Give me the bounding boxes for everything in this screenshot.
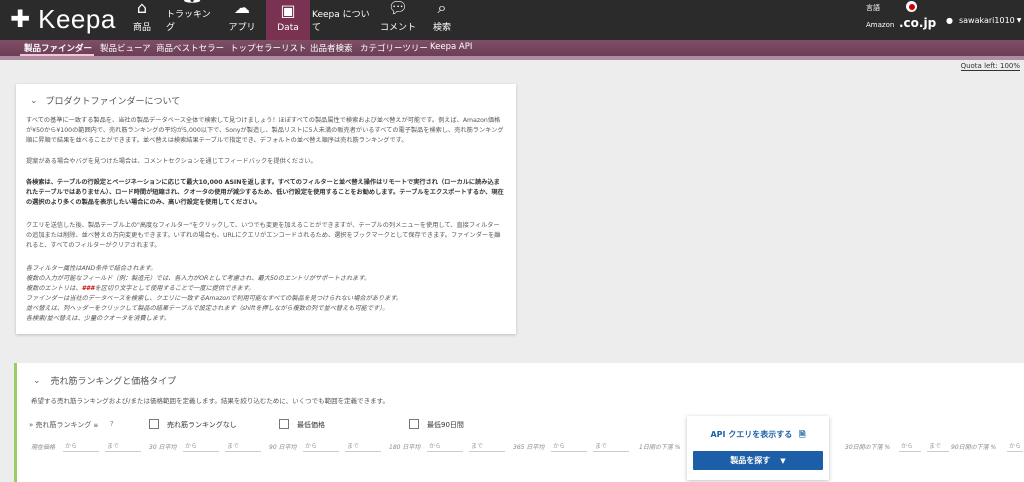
note-line: 各フィルター属性はAND条件で結合されます。: [26, 265, 157, 272]
show-api-query-link[interactable]: API クエリを表示する 🗎: [687, 429, 829, 443]
no-sales-rank-checkbox[interactable]: [149, 419, 159, 429]
range-from-drop-30d[interactable]: から: [899, 441, 921, 452]
range-to-90d[interactable]: まで: [345, 441, 381, 452]
api-query-popover: API クエリを表示する 🗎 製品を探す ▼: [687, 416, 829, 480]
range-to-180d[interactable]: まで: [469, 441, 505, 452]
language-label: 言語: [866, 4, 880, 12]
nav-label: Data: [277, 23, 299, 33]
keepa-plus-icon: ✚: [10, 5, 31, 33]
brand-name: Keepa: [38, 3, 116, 34]
nav-item-about[interactable]: i Keepa について: [312, 0, 374, 40]
nav-label: コメント: [380, 23, 417, 33]
note-line: 並べ替えは、列ヘッダーをクリックして製品の結果テーブルで設定されます（shift…: [26, 305, 389, 312]
locale-value: .co.jp: [899, 16, 937, 30]
lowest-price-label: 最低価格: [297, 421, 325, 429]
lowest-price-checkbox[interactable]: [279, 419, 289, 429]
quota-indicator: Quota left: 100%: [960, 62, 1020, 71]
bell-icon: 🔔︎: [182, 0, 202, 3]
range-label-365d: 365 日平均: [513, 444, 545, 451]
comment-icon: 💬︎: [387, 0, 409, 17]
subnav-item-bestsellers[interactable]: 商品ベストセラー: [156, 42, 224, 54]
range-label-30d: 30 日平均: [149, 444, 177, 451]
sub-navbar: 製品ファインダー 製品ビューア 商品ベストセラー トップセラーリスト 出品者検索…: [0, 40, 1024, 56]
note-line: 複数のエントリは、###を区切り文字として使用することで一度に提供できます。: [26, 285, 255, 292]
nav-item-comments[interactable]: 💬︎ コメント: [380, 0, 416, 40]
range-label-drop-1d: 1日間の下落 %: [639, 444, 681, 451]
chevron-down-icon: ⌄: [30, 95, 38, 106]
lowest-90-days-label: 最低90日間: [427, 421, 464, 429]
about-title: プロダクトファインダーについて: [45, 97, 181, 107]
rank-price-section: ⌄ 売れ筋ランキングと価格タイプ 希望する売れ筋ランキングおよび/または価格範囲…: [14, 363, 1024, 482]
about-paragraph-3: クエリを送信した後、製品テーブル上の"高度なフィルター"をクリックして、いつでも…: [26, 222, 501, 249]
range-label-180d: 180 日平均: [389, 444, 421, 451]
cube-icon: ▣: [280, 1, 296, 20]
user-icon: ●: [946, 15, 953, 25]
about-notes: 各フィルター属性はAND条件で結合されます。 複数の入力が可能なフィールド（例：…: [26, 264, 504, 324]
range-label-90d: 90 日平均: [269, 444, 297, 451]
range-label-drop-30d: 30日間の下落 %: [845, 444, 891, 451]
chevron-down-icon: ⌄: [33, 375, 41, 386]
range-from-current[interactable]: から: [63, 441, 99, 452]
range-label-current: 現在価格: [31, 444, 56, 451]
help-icon[interactable]: ?: [110, 420, 114, 428]
search-icon: ⌕: [437, 0, 447, 17]
range-from-180d[interactable]: から: [427, 441, 463, 452]
no-sales-rank-label: 売れ筋ランキングなし: [167, 421, 237, 429]
lowest-90-days-checkbox[interactable]: [409, 419, 419, 429]
top-navbar: ✚ Keepa ⌂ 商品 🔔︎ トラッキング ☁ アプリ ▣ Data i Ke…: [0, 0, 1024, 40]
locale-selector[interactable]: 言語 Amazon .co.jp: [866, 0, 946, 40]
nav-label: アプリ: [228, 23, 256, 33]
caret-down-icon: ▼: [1016, 16, 1022, 24]
range-to-drop-30d[interactable]: まで: [927, 441, 949, 452]
subnav-divider: [0, 56, 1024, 60]
about-card: ⌄ プロダクトファインダーについて すべての基準に一致する製品を、当社の製品デー…: [16, 84, 516, 334]
subnav-item-seller-search[interactable]: 出品者検索: [310, 42, 353, 54]
nav-label: 検索: [432, 23, 451, 33]
home-icon: ⌂: [136, 0, 148, 17]
nav-item-apps[interactable]: ☁ アプリ: [226, 0, 258, 40]
about-paragraph-feedback: 提案がある場合やバグを見つけた場合は、コメントセクションを通じてフィードバックを…: [26, 158, 317, 165]
about-paragraph-1: すべての基準に一致する製品を、当社の製品データベース全体で検索して見つけましょう…: [26, 117, 504, 144]
separator-highlight: ###: [81, 285, 95, 292]
range-from-365d[interactable]: から: [551, 441, 587, 452]
nav-label: トラッキング: [166, 10, 211, 33]
range-to-current[interactable]: まで: [105, 441, 141, 452]
rank-section-header[interactable]: ⌄ 売れ筋ランキングと価格タイプ: [33, 374, 177, 388]
range-to-365d[interactable]: まで: [593, 441, 629, 452]
keepa-logo[interactable]: ✚ Keepa: [10, 4, 116, 34]
find-products-button[interactable]: 製品を探す ▼: [693, 451, 823, 470]
subnav-item-product-viewer[interactable]: 製品ビューア: [100, 42, 151, 54]
nav-item-tracking[interactable]: 🔔︎ トラッキング: [166, 0, 218, 40]
subnav-item-keepa-api[interactable]: Keepa API: [430, 42, 472, 52]
user-menu[interactable]: ● sawakari1010 ▼: [946, 0, 1024, 40]
range-from-30d[interactable]: から: [183, 441, 219, 452]
locale-label: Amazon: [866, 21, 895, 29]
subnav-item-top-seller-list[interactable]: トップセラーリスト: [230, 42, 307, 54]
username: sawakari1010: [958, 15, 1015, 25]
flag-japan-icon: [906, 1, 917, 12]
note-line: 複数の入力が可能なフィールド（例：製造元）では、各入力がORとして考慮され、最大…: [26, 275, 371, 282]
nav-label: Keepa について: [312, 10, 370, 33]
cloud-download-icon: ☁: [234, 0, 250, 17]
document-icon: 🗎: [799, 430, 806, 439]
about-header[interactable]: ⌄ プロダクトファインダーについて: [30, 94, 181, 108]
nav-item-search[interactable]: ⌕ 検索: [430, 0, 454, 40]
rank-section-description: 希望する売れ筋ランキングおよび/または価格範囲を定義します。結果を絞り込むために…: [31, 397, 389, 405]
range-from-90d[interactable]: から: [303, 441, 339, 452]
subnav-item-product-finder[interactable]: 製品ファインダー: [24, 42, 92, 54]
range-label-drop-90d: 90日間の下落 %: [951, 444, 997, 451]
nav-label: 商品: [132, 23, 151, 33]
note-line: ファインダーは当社のデータベースを検索し、クエリに一致するAmazonで利用可能…: [26, 295, 403, 302]
nav-item-products[interactable]: ⌂ 商品: [128, 0, 156, 40]
range-to-30d[interactable]: まで: [225, 441, 261, 452]
note-line: 各検索/並べ替えは、少量のクオータを消費します。: [26, 315, 170, 322]
range-from-drop-90d[interactable]: から: [1007, 441, 1023, 452]
info-icon: i: [340, 0, 346, 3]
about-paragraph-2: 各検索は、テーブルの行設定とページネーションに応じて最大10,000 ASINを…: [26, 179, 504, 206]
subnav-item-category-tree[interactable]: カテゴリーツリー: [360, 42, 428, 54]
nav-item-data[interactable]: ▣ Data: [266, 0, 310, 40]
rank-section-title: 売れ筋ランキングと価格タイプ: [50, 377, 177, 387]
filter-icon: ▼: [780, 456, 786, 465]
sales-rank-label: » 売れ筋ランキング ≡: [29, 421, 99, 429]
